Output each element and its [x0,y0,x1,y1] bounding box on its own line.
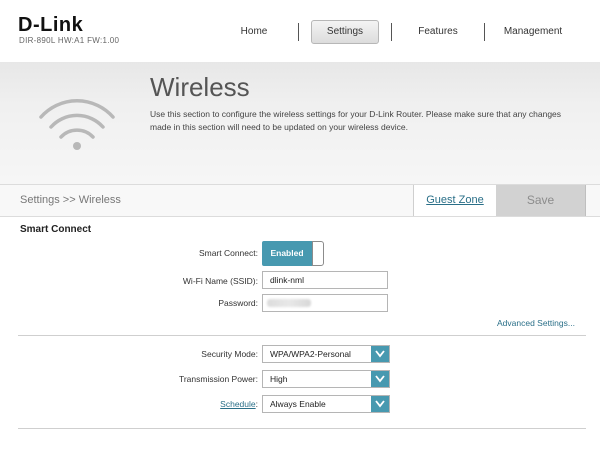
schedule-label: Schedule: [108,399,258,409]
main-nav: Home Settings Features Management [210,20,581,44]
schedule-colon: : [255,399,258,409]
top-bar: D-Link DIR-890L HW:A1 FW:1.00 Home Setti… [0,0,600,62]
guest-zone-link[interactable]: Guest Zone [413,185,497,216]
smart-connect-toggle[interactable]: Enabled [262,241,324,266]
password-label: Password: [218,298,258,308]
nav-home[interactable]: Home [210,21,298,43]
nav-management[interactable]: Management [485,21,581,43]
breadcrumb: Settings >> Wireless [20,194,121,206]
smart-connect-label: Smart Connect: [198,248,258,258]
chevron-down-icon[interactable] [371,371,389,387]
breadcrumb-bar: Settings >> Wireless Guest Zone Save [0,184,600,217]
chevron-down-icon[interactable] [371,396,389,412]
ssid-input[interactable]: dlink-nml [262,271,388,289]
save-button[interactable]: Save [496,185,586,216]
nav-features[interactable]: Features [392,21,484,43]
security-mode-select[interactable]: WPA/WPA2-Personal [262,345,390,363]
page-header: Wireless Use this section to configure t… [0,62,600,184]
dlink-logo: D-Link [18,14,84,36]
model-info: DIR-890L HW:A1 FW:1.00 [19,36,120,45]
advanced-settings-link[interactable]: Advanced Settings... [497,318,575,328]
page-description: Use this section to configure the wirele… [150,109,562,132]
transmission-power-label: Transmission Power: [178,374,258,384]
toggle-enabled-label: Enabled [262,241,312,266]
schedule-link[interactable]: Schedule [220,399,255,409]
toggle-knob[interactable] [312,241,324,266]
nav-separator [298,23,299,41]
transmission-power-value: High [270,374,288,384]
ssid-label: Wi-Fi Name (SSID): [182,276,258,286]
transmission-power-select[interactable]: High [262,370,390,388]
section-divider [18,335,586,336]
section-title-smart-connect: Smart Connect [20,224,92,235]
section-divider [18,428,586,429]
security-mode-value: WPA/WPA2-Personal [270,349,351,359]
password-masked-value [267,299,311,307]
page-title: Wireless [150,72,250,102]
chevron-down-icon[interactable] [371,346,389,362]
schedule-select[interactable]: Always Enable [262,395,390,413]
schedule-value: Always Enable [270,399,326,409]
nav-settings[interactable]: Settings [311,20,379,44]
password-input[interactable] [262,294,388,312]
wifi-icon [37,95,117,155]
security-mode-label: Security Mode: [201,349,258,359]
